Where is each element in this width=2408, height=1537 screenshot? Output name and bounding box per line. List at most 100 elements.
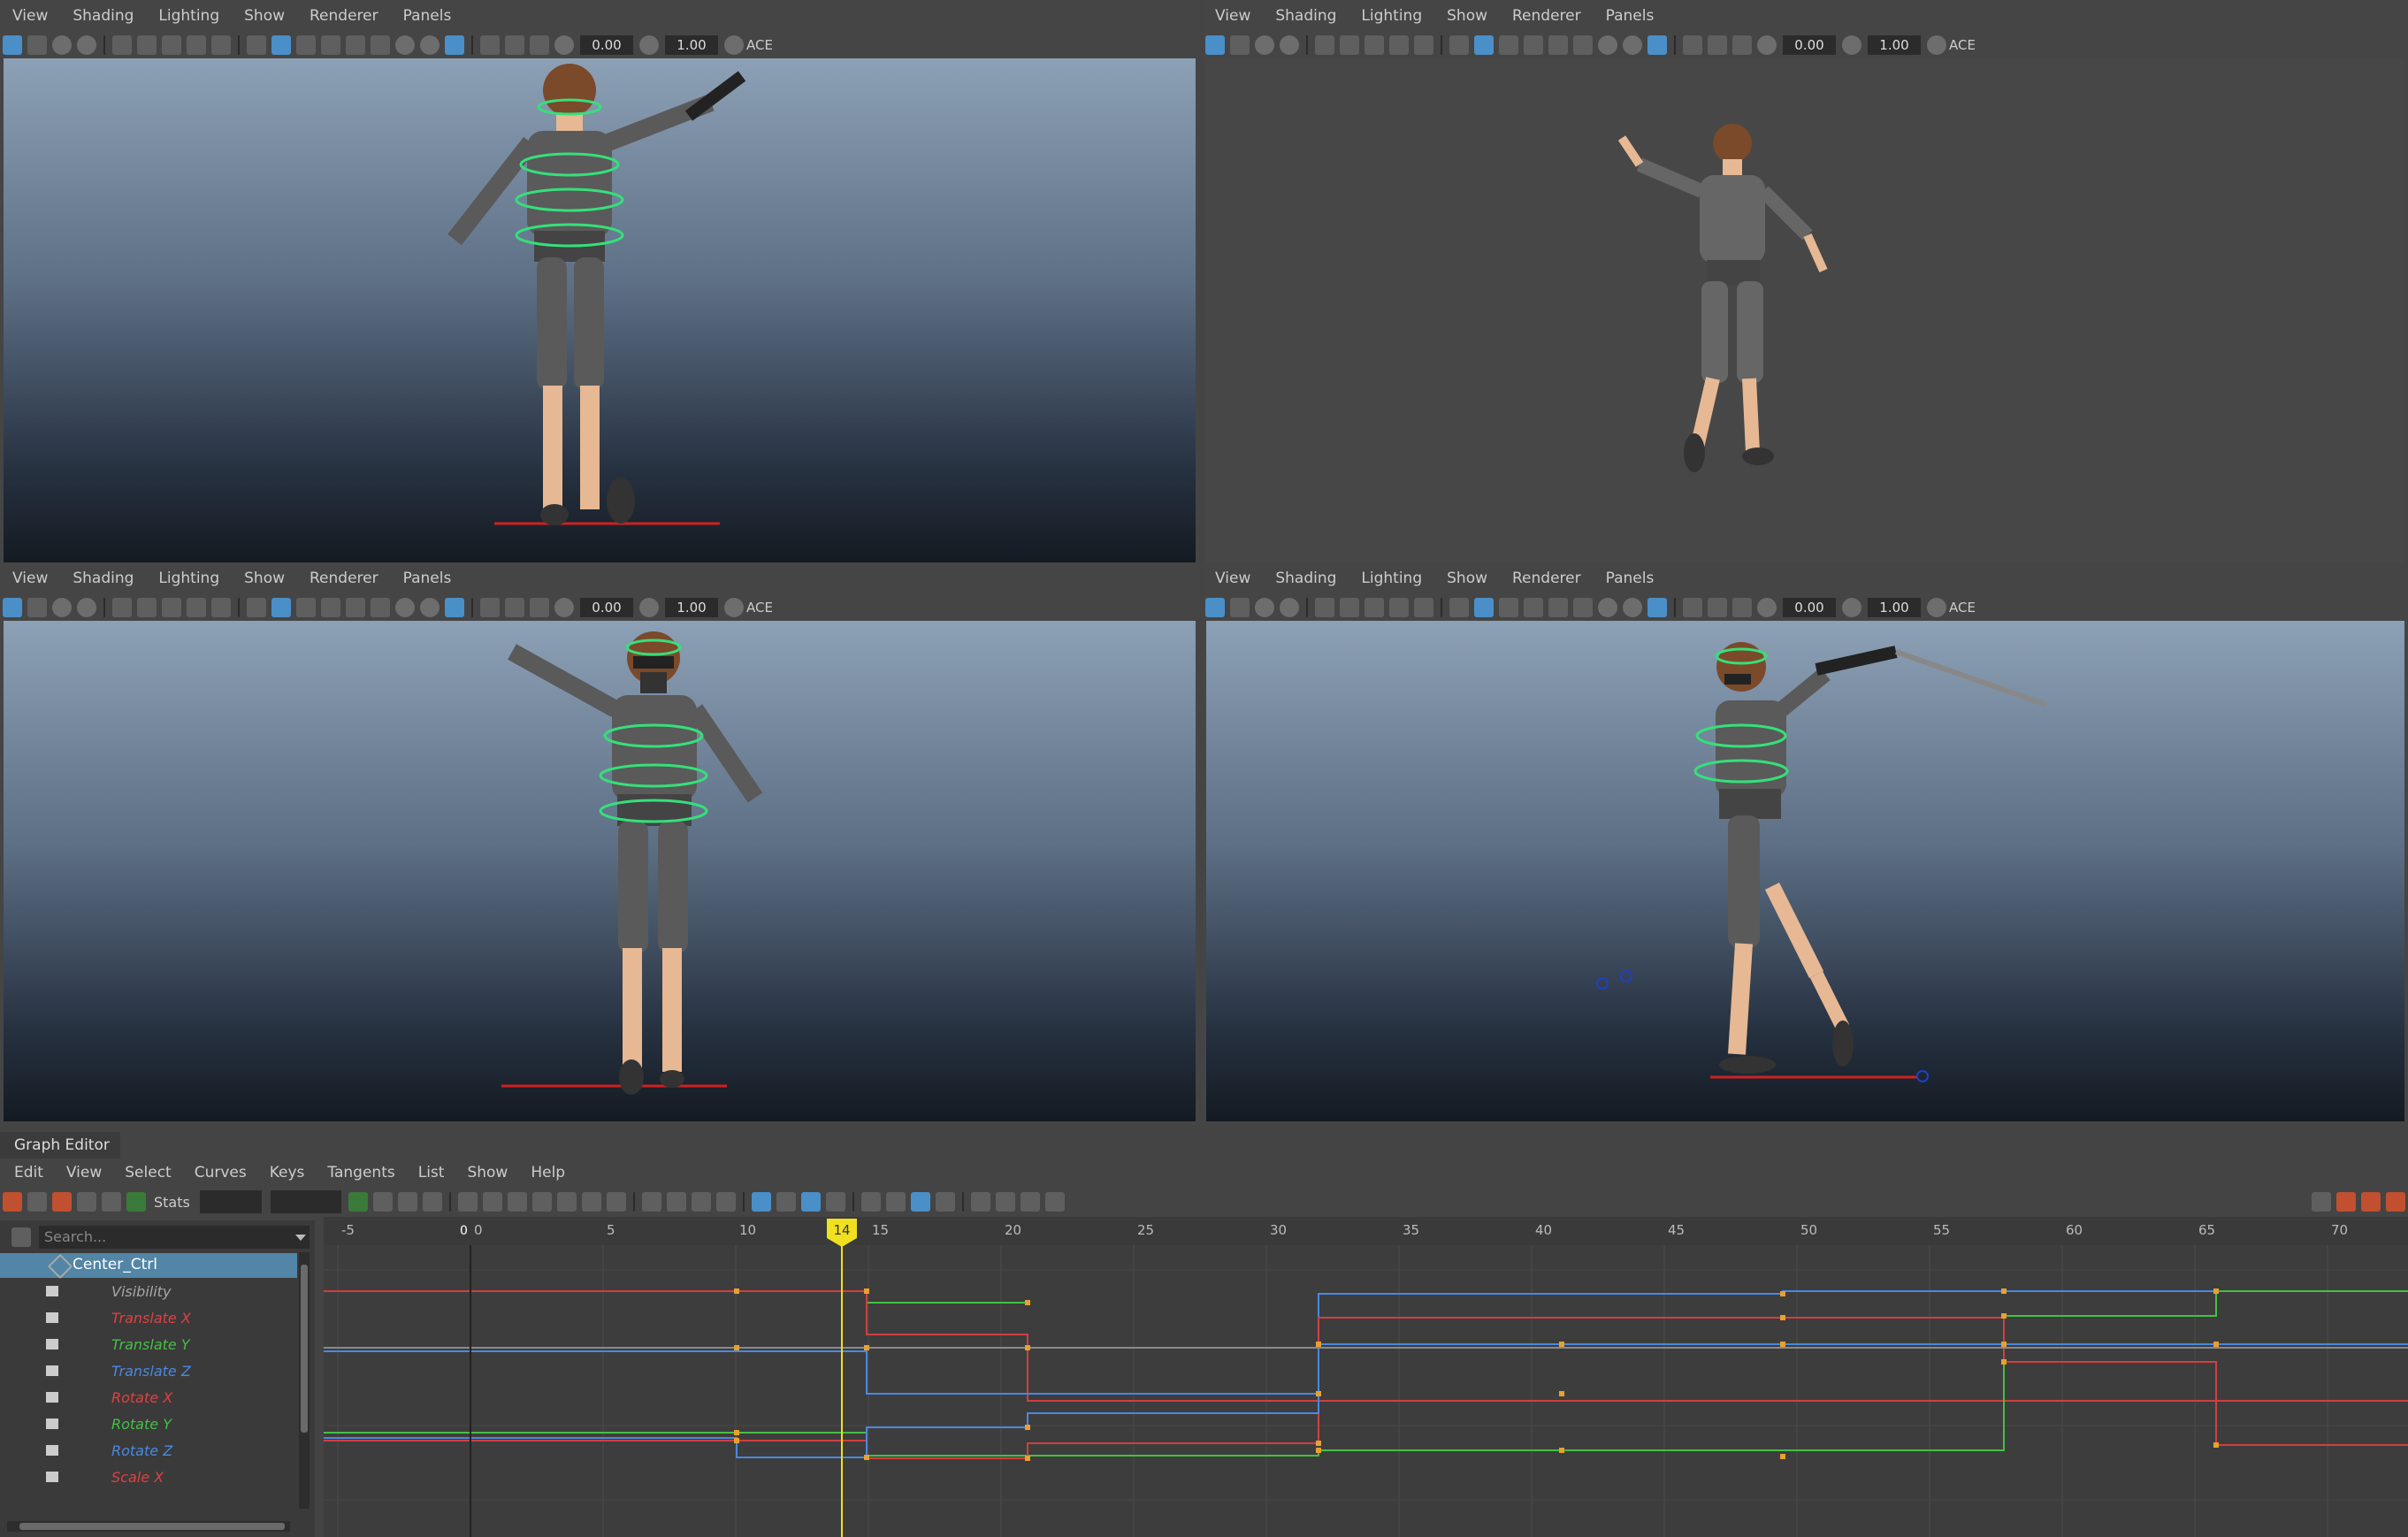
- field-chart-icon[interactable]: [211, 35, 231, 55]
- bookmark-icon[interactable]: [52, 35, 72, 55]
- menu-panels[interactable]: Panels: [403, 570, 452, 587]
- ge-menu-keys[interactable]: Keys: [270, 1164, 305, 1181]
- textured-icon[interactable]: [321, 598, 340, 617]
- gate-mask-icon[interactable]: [187, 35, 206, 55]
- plateau-tangent-icon[interactable]: [606, 1192, 626, 1212]
- keyframe[interactable]: [2213, 1342, 2219, 1347]
- field-chart-icon[interactable]: [1414, 598, 1433, 617]
- outliner-item-center-ctrl[interactable]: Center_Ctrl: [0, 1253, 297, 1280]
- wireframe-icon[interactable]: [1449, 598, 1469, 617]
- retime-tool-icon[interactable]: [102, 1192, 121, 1212]
- menu-view[interactable]: View: [12, 570, 48, 587]
- time-snap-icon[interactable]: [776, 1192, 796, 1212]
- menu-renderer[interactable]: Renderer: [310, 7, 378, 25]
- menu-renderer[interactable]: Renderer: [1512, 7, 1581, 25]
- shadows-icon[interactable]: [371, 35, 390, 55]
- shadows-icon[interactable]: [1573, 598, 1593, 617]
- grid-icon[interactable]: [1315, 35, 1334, 55]
- field-chart-icon[interactable]: [1414, 35, 1433, 55]
- keyframe[interactable]: [734, 1288, 739, 1294]
- xray-icon[interactable]: [445, 35, 464, 55]
- exposure-field[interactable]: 0.00: [580, 35, 633, 55]
- lock-tangent-weight-icon[interactable]: [715, 1192, 736, 1212]
- channel-translate-x[interactable]: Translate X: [0, 1305, 297, 1332]
- insert-key-icon[interactable]: [27, 1192, 47, 1212]
- film-gate-icon[interactable]: [1340, 598, 1359, 617]
- step-tangent-icon[interactable]: [581, 1192, 601, 1212]
- auto-tangent-icon[interactable]: [457, 1192, 478, 1212]
- image-plane-icon[interactable]: [1280, 598, 1299, 617]
- menu-lighting[interactable]: Lighting: [1361, 570, 1422, 587]
- exposure-field[interactable]: 0.00: [580, 598, 633, 617]
- select-camera-icon[interactable]: [3, 35, 22, 55]
- keyframe[interactable]: [1559, 1342, 1564, 1347]
- ge-menu-edit[interactable]: Edit: [14, 1164, 43, 1181]
- keyframe[interactable]: [2001, 1342, 2007, 1347]
- channel-translate-y[interactable]: Translate Y: [0, 1332, 297, 1358]
- shadows-icon[interactable]: [1573, 35, 1593, 55]
- textured-icon[interactable]: [1524, 598, 1543, 617]
- cycle-icon[interactable]: [970, 1192, 990, 1212]
- xray-active-icon[interactable]: [1732, 35, 1752, 55]
- isolate-select-icon[interactable]: [480, 598, 500, 617]
- wireframe-icon[interactable]: [247, 35, 266, 55]
- keyframe[interactable]: [1316, 1448, 1321, 1453]
- smooth-shade-icon[interactable]: [271, 35, 291, 55]
- keyframe[interactable]: [864, 1455, 869, 1460]
- textured-icon[interactable]: [1524, 35, 1543, 55]
- gate-mask-icon[interactable]: [1389, 598, 1409, 617]
- cycle-offset-icon[interactable]: [995, 1192, 1015, 1212]
- keyframe[interactable]: [1025, 1425, 1030, 1430]
- menu-lighting[interactable]: Lighting: [1361, 7, 1422, 25]
- keyframe[interactable]: [1025, 1300, 1030, 1305]
- gamma-field[interactable]: 1.00: [665, 35, 718, 55]
- region-tool-icon[interactable]: [77, 1192, 96, 1212]
- keyframe[interactable]: [2001, 1359, 2007, 1365]
- ge-menu-help[interactable]: Help: [531, 1164, 565, 1181]
- camera-attributes-icon[interactable]: [27, 598, 47, 617]
- image-plane-icon[interactable]: [77, 598, 96, 617]
- curve-display-icon[interactable]: [935, 1192, 955, 1212]
- trax-editor-icon[interactable]: [2361, 1192, 2381, 1212]
- xray-icon[interactable]: [1647, 598, 1667, 617]
- viewport-canvas[interactable]: [4, 621, 1196, 1121]
- grid-icon[interactable]: [112, 35, 132, 55]
- graph-view[interactable]: -5 0 5 10 15 20 25 30 35 40 45 50 55 60 65 70: [324, 1217, 2408, 1537]
- pre-infinity-icon[interactable]: [860, 1192, 881, 1212]
- gate-mask-icon[interactable]: [1389, 35, 1409, 55]
- default-material-icon[interactable]: [296, 598, 316, 617]
- ambient-occlusion-icon[interactable]: [1598, 598, 1617, 617]
- select-camera-icon[interactable]: [3, 598, 22, 617]
- menu-renderer[interactable]: Renderer: [310, 570, 378, 587]
- menu-view[interactable]: View: [12, 7, 48, 25]
- xray-joints-icon[interactable]: [505, 35, 524, 55]
- smooth-shade-icon[interactable]: [1474, 598, 1494, 617]
- unify-tangents-icon[interactable]: [666, 1192, 686, 1212]
- ge-menu-show[interactable]: Show: [467, 1164, 508, 1181]
- graph-editor-tab[interactable]: Graph Editor: [0, 1132, 120, 1158]
- film-gate-icon[interactable]: [137, 598, 157, 617]
- keyframe[interactable]: [2213, 1288, 2219, 1294]
- keyframe[interactable]: [864, 1288, 869, 1294]
- xray-active-icon[interactable]: [1732, 598, 1752, 617]
- camera-attributes-icon[interactable]: [27, 35, 47, 55]
- menu-panels[interactable]: Panels: [403, 7, 452, 25]
- channel-visibility[interactable]: Visibility: [0, 1279, 297, 1305]
- film-gate-icon[interactable]: [1340, 35, 1359, 55]
- bookmark-icon[interactable]: [52, 598, 72, 617]
- exposure-field[interactable]: 0.00: [1783, 598, 1836, 617]
- ge-menu-select[interactable]: Select: [125, 1164, 171, 1181]
- keyframe[interactable]: [1780, 1291, 1785, 1296]
- smooth-shade-icon[interactable]: [271, 598, 291, 617]
- bookmark-icon[interactable]: [1255, 35, 1274, 55]
- textured-icon[interactable]: [321, 35, 340, 55]
- keyframe[interactable]: [2001, 1313, 2007, 1319]
- color-management-icon[interactable]: [1927, 35, 1946, 55]
- keyframe[interactable]: [2001, 1288, 2007, 1294]
- xray-joints-icon[interactable]: [1708, 598, 1727, 617]
- resolution-gate-icon[interactable]: [162, 598, 181, 617]
- menu-shading[interactable]: Shading: [73, 7, 134, 25]
- keyframe[interactable]: [1780, 1315, 1785, 1320]
- keyframe[interactable]: [1025, 1345, 1030, 1350]
- linear-tangent-icon[interactable]: [531, 1192, 552, 1212]
